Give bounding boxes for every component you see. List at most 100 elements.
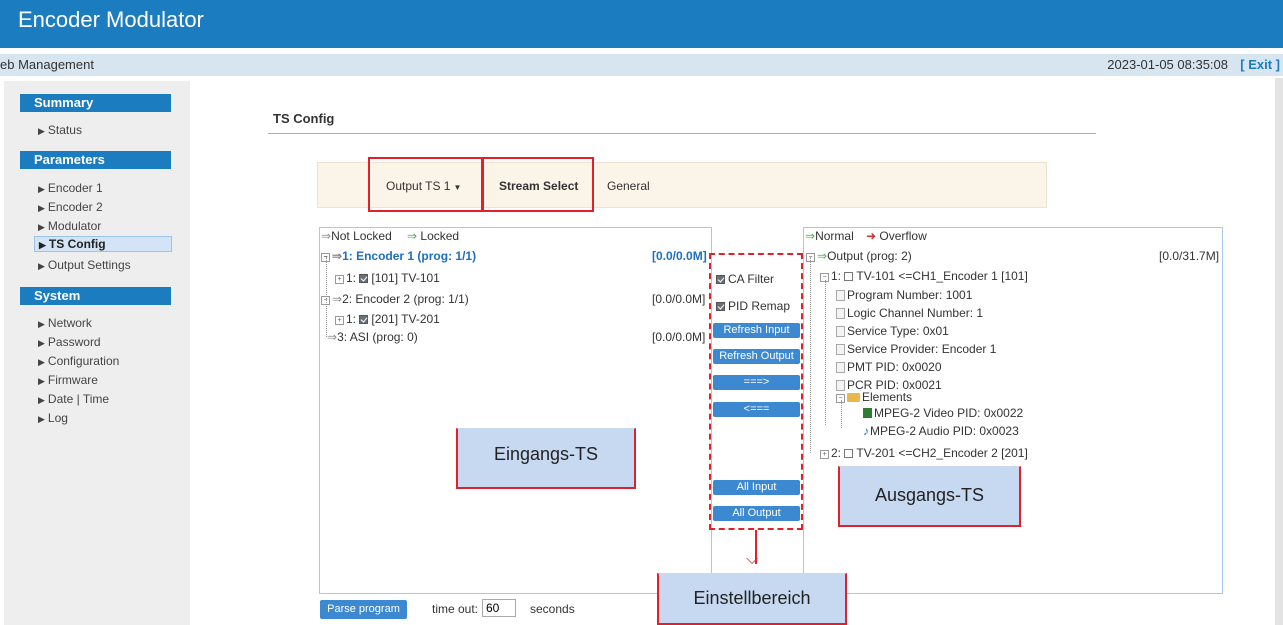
timeout-input[interactable]	[482, 599, 516, 617]
triangle-right-icon: ▶	[38, 261, 45, 271]
annotation-eingangs-ts: Eingangs-TS	[456, 428, 636, 489]
sidebar-item-network[interactable]: ▶ Network	[38, 316, 92, 330]
sidebar-item-configuration[interactable]: ▶ Configuration	[38, 354, 119, 368]
tab-output-ts-dropdown[interactable]: Output TS 1 ▼	[386, 179, 461, 193]
element-video-pid: MPEG-2 Video PID: 0x0022	[863, 406, 1023, 420]
sidebar-heading-system: System	[20, 287, 171, 305]
caret-down-icon: ▼	[453, 183, 462, 192]
input-encoder-2-row[interactable]: − ⇒2: Encoder 2 (prog: 1/1)	[321, 292, 469, 306]
sidebar-item-modulator[interactable]: ▶ Modulator	[38, 219, 101, 233]
output-program-tv-201[interactable]: +2: TV-201 <=CH2_Encoder 2 [201]	[820, 446, 1028, 460]
program-checkbox[interactable]	[844, 272, 854, 281]
sidebar-item-status[interactable]: ▶ Status	[38, 123, 82, 137]
arrow-gray-icon: ⇒	[332, 292, 343, 306]
arrow-green-icon: ⇒	[805, 229, 816, 243]
input-program-tv-201[interactable]: +1: [201] TV-201	[335, 312, 440, 326]
sidebar-item-password[interactable]: ▶ Password	[38, 335, 101, 349]
expand-icon[interactable]: +	[335, 316, 344, 325]
sidebar-heading-summary: Summary	[20, 94, 171, 112]
detail-program-number: Program Number: 1001	[836, 288, 972, 302]
tab-general[interactable]: General	[607, 179, 650, 193]
arrow-gray-icon: ⇒	[321, 229, 332, 243]
program-checkbox[interactable]	[844, 449, 854, 458]
collapse-icon[interactable]: −	[820, 273, 829, 282]
title-divider	[268, 133, 1096, 134]
triangle-right-icon: ▶	[38, 357, 45, 367]
add-to-output-button[interactable]: ===>	[713, 375, 800, 390]
sidebar-item-output-settings[interactable]: ▶ Output Settings	[38, 258, 131, 272]
page-scrollbar[interactable]	[1275, 78, 1283, 625]
sidebar-item-log[interactable]: ▶ Log	[38, 411, 68, 425]
sub-header-bar: eb Management 2023-01-05 08:35:08 [ Exit…	[0, 54, 1283, 76]
collapse-icon[interactable]: −	[321, 296, 330, 305]
triangle-right-icon: ▶	[38, 414, 45, 424]
arrow-gray-icon: ⇒	[332, 249, 343, 263]
detail-service-provider: Service Provider: Encoder 1	[836, 342, 996, 356]
app-header: Encoder Modulator	[0, 0, 1283, 48]
program-checkbox[interactable]	[359, 274, 369, 283]
sidebar-heading-parameters: Parameters	[20, 151, 171, 169]
element-audio-pid: ♪MPEG-2 Audio PID: 0x0023	[863, 424, 1019, 438]
parse-program-button[interactable]: Parse program	[320, 600, 407, 619]
detail-logic-channel-number: Logic Channel Number: 1	[836, 306, 983, 320]
refresh-input-button[interactable]: Refresh Input	[713, 323, 800, 338]
checkbox[interactable]	[716, 275, 725, 284]
annotation-arrow-head-icon: ⌵	[746, 551, 759, 568]
tab-stream-select[interactable]: Stream Select	[499, 179, 578, 193]
collapse-icon[interactable]: −	[806, 253, 815, 262]
triangle-right-icon: ▶	[38, 395, 45, 405]
legend-locked: ⇒ Locked	[407, 229, 460, 243]
document-icon	[836, 290, 845, 301]
input-asi-rate: [0.0/0.0M]	[652, 330, 706, 344]
seconds-label: seconds	[530, 602, 575, 616]
output-program-tv-101[interactable]: −1: TV-101 <=CH1_Encoder 1 [101]	[820, 269, 1028, 283]
document-icon	[836, 344, 845, 355]
sidebar-item-ts-config[interactable]: ▶ TS Config	[34, 236, 172, 252]
timeout-label: time out:	[432, 602, 479, 616]
exit-link[interactable]: [ Exit ]	[1240, 57, 1280, 72]
sidebar-item-date-time[interactable]: ▶ Date | Time	[38, 392, 109, 406]
expand-icon[interactable]: +	[335, 275, 344, 284]
annotation-einstellbereich: Einstellbereich	[657, 573, 847, 625]
app-title: Encoder Modulator	[18, 7, 204, 32]
document-icon	[836, 362, 845, 373]
legend-overflow: ➜ Overflow	[866, 229, 927, 243]
all-output-button[interactable]: All Output	[713, 506, 800, 521]
input-encoder-2-rate: [0.0/0.0M]	[652, 292, 706, 306]
output-root-row[interactable]: − ⇒Output (prog: 2)	[806, 249, 912, 263]
collapse-icon[interactable]: −	[321, 253, 330, 262]
folder-icon	[847, 393, 860, 402]
sidebar-item-encoder-1[interactable]: ▶ Encoder 1	[38, 181, 103, 195]
elements-folder-row[interactable]: − Elements	[836, 390, 912, 404]
arrow-green-icon: ⇒	[407, 229, 418, 243]
audio-note-icon: ♪	[863, 424, 869, 438]
detail-pmt-pid: PMT PID: 0x0020	[836, 360, 942, 374]
triangle-right-icon: ▶	[38, 203, 45, 213]
output-root-rate: [0.0/31.7M]	[1159, 249, 1220, 263]
arrow-gray-icon: ⇒	[327, 330, 338, 344]
expand-icon[interactable]: +	[820, 450, 829, 459]
program-checkbox[interactable]	[359, 315, 369, 324]
all-input-button[interactable]: All Input	[713, 480, 800, 495]
triangle-right-icon: ▶	[38, 184, 45, 194]
page-title: TS Config	[273, 111, 335, 126]
remove-from-output-button[interactable]: <===	[713, 402, 800, 417]
input-encoder-1-row[interactable]: − ⇒1: Encoder 1 (prog: 1/1)	[321, 249, 476, 263]
collapse-icon[interactable]: −	[836, 394, 845, 403]
input-asi-row[interactable]: ⇒3: ASI (prog: 0)	[327, 330, 418, 344]
legend-normal: ⇒Normal	[805, 229, 854, 243]
sidebar-item-encoder-2[interactable]: ▶ Encoder 2	[38, 200, 103, 214]
ca-filter-checkbox[interactable]: CA Filter	[716, 272, 774, 286]
sidebar-item-firmware[interactable]: ▶ Firmware	[38, 373, 98, 387]
arrow-red-icon: ➜	[866, 229, 877, 243]
refresh-output-button[interactable]: Refresh Output	[713, 349, 800, 364]
triangle-right-icon: ▶	[38, 126, 45, 136]
sidebar: Summary ▶ Status Parameters ▶ Encoder 1 ▶ E…	[4, 81, 190, 625]
tree-line	[825, 280, 826, 425]
checkbox[interactable]	[716, 302, 725, 311]
pid-remap-checkbox[interactable]: PID Remap	[716, 299, 790, 313]
detail-service-type: Service Type: 0x01	[836, 324, 949, 338]
input-program-tv-101[interactable]: +1: [101] TV-101	[335, 271, 440, 285]
tree-line	[810, 257, 811, 453]
video-film-icon	[863, 408, 872, 418]
